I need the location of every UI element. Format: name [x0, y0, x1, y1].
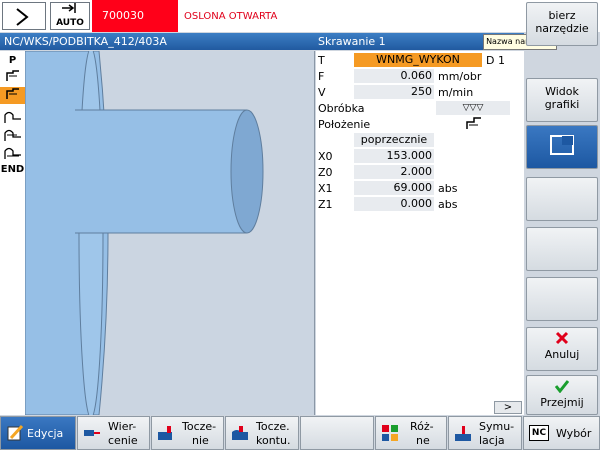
step-icon-column: P END	[0, 51, 25, 415]
graphic-view-line2: grafiki	[544, 98, 580, 111]
z1-label: Z1	[318, 198, 333, 211]
direction-select[interactable]: poprzecznie	[354, 133, 434, 147]
alarm-message: OSLONA OTWARTA	[178, 0, 523, 32]
simulation-icon	[455, 426, 471, 441]
cut-step-active-icon[interactable]	[0, 87, 25, 104]
misc-label-1: Róż-	[410, 420, 434, 433]
t-label: T	[318, 54, 325, 67]
auto-mode-icon	[62, 3, 78, 18]
feed-field[interactable]: 0.060	[354, 69, 434, 83]
position-select[interactable]	[464, 116, 484, 131]
accept-softkey[interactable]: Przejmij	[526, 375, 598, 415]
x1-label: X1	[318, 182, 333, 195]
alarm-number: 700030	[92, 0, 178, 32]
z1-unit[interactable]: abs	[438, 198, 457, 211]
x0-label: X0	[318, 150, 333, 163]
contour-finish-step-icon[interactable]	[0, 145, 25, 162]
select-tool-line1: bierz	[548, 9, 576, 22]
checkmark-icon	[554, 380, 570, 394]
arrow-right-icon	[16, 8, 29, 26]
end-step[interactable]: END	[0, 164, 25, 181]
drilling-icon	[84, 430, 100, 436]
cancel-label: Anuluj	[544, 348, 580, 361]
cancel-x-icon	[555, 331, 569, 345]
simulation-label-2: lacja	[479, 434, 505, 447]
select-softkey[interactable]: NC Wybór	[523, 416, 600, 450]
speed-unit: m/min	[438, 86, 474, 99]
shaft-body	[75, 110, 247, 233]
accept-label: Przejmij	[540, 396, 584, 409]
select-label: Wybór	[556, 427, 592, 440]
cut-step-icon[interactable]	[0, 69, 25, 86]
graphic-view	[25, 51, 315, 415]
edit-softkey[interactable]: Edycja	[0, 416, 76, 450]
z1-field[interactable]: 0.000	[354, 197, 434, 211]
drilling-label-2: cenie	[108, 434, 138, 447]
softkey-empty-2[interactable]	[526, 227, 598, 271]
cancel-softkey[interactable]: Anuluj	[526, 327, 598, 371]
x0-field[interactable]: 153.000	[354, 149, 434, 163]
z0-label: Z0	[318, 166, 333, 179]
select-tool-line2: narzędzie	[535, 22, 589, 35]
position-label: Położenie	[318, 118, 371, 131]
view-mode-softkey[interactable]	[526, 125, 598, 169]
drilling-softkey[interactable]: Wier- cenie	[77, 416, 150, 450]
v-label: V	[318, 86, 326, 99]
turning-softkey[interactable]: Tocze- nie	[151, 416, 224, 450]
title-bar: NC/WKS/PODBITKA_412/403A Skrawanie 1	[0, 33, 524, 50]
edit-icon	[7, 424, 24, 441]
contour-turning-icon	[232, 426, 248, 440]
section-title: Skrawanie 1	[318, 35, 386, 48]
view-corner-icon	[550, 135, 574, 155]
z0-field[interactable]: 2.000	[354, 165, 434, 179]
contour-turning-label-2: kontu.	[256, 434, 291, 447]
shaft-end-face	[230, 109, 264, 234]
simulation-label-1: Symu-	[479, 420, 515, 433]
drilling-label-1: Wier-	[108, 420, 137, 433]
misc-softkey[interactable]: Róż- ne	[375, 416, 447, 450]
simulation-softkey[interactable]: Symu- lacja	[448, 416, 522, 450]
scroll-right-button[interactable]: >	[494, 401, 522, 414]
empty-bottom-softkey[interactable]	[300, 416, 374, 450]
d-number[interactable]: D 1	[486, 54, 505, 67]
contour-cut-step-icon[interactable]	[0, 127, 25, 144]
graphic-view-line1: Widok	[545, 85, 579, 98]
misc-icon	[382, 425, 398, 441]
back-arrow-button[interactable]	[2, 2, 46, 30]
f-label: F	[318, 70, 325, 83]
turning-icon	[158, 426, 172, 440]
parameter-panel: T WNMG_WYKON D 1 F 0.060 mm/obr V 250 m/…	[316, 51, 524, 415]
graphic-view-softkey[interactable]: Widok grafiki	[526, 78, 598, 122]
program-path: NC/WKS/PODBITKA_412/403A	[4, 35, 167, 48]
tool-name-field[interactable]: WNMG_WYKON	[354, 53, 482, 67]
contour-turning-softkey[interactable]: Tocze. kontu.	[225, 416, 299, 450]
softkey-empty-3[interactable]	[526, 277, 598, 321]
machining-select[interactable]: ▽▽▽	[436, 101, 510, 115]
turning-label-1: Tocze-	[182, 420, 217, 433]
speed-field[interactable]: 250	[354, 85, 434, 99]
select-tool-softkey[interactable]: bierz narzędzie	[526, 2, 598, 46]
edit-label: Edycja	[27, 427, 64, 440]
turning-label-2: nie	[192, 434, 209, 447]
nc-badge: NC	[529, 425, 549, 441]
misc-label-2: ne	[416, 434, 430, 447]
machining-label: Obróbka	[318, 102, 365, 115]
feed-unit: mm/obr	[438, 70, 482, 83]
contour-turning-label-1: Tocze.	[256, 420, 290, 433]
x1-field[interactable]: 69.000	[354, 181, 434, 195]
contour-step-icon[interactable]	[0, 109, 25, 126]
softkey-empty-1[interactable]	[526, 177, 598, 221]
x1-unit[interactable]: abs	[438, 182, 457, 195]
workpiece-graphic	[25, 51, 264, 415]
position-icon	[466, 117, 481, 129]
